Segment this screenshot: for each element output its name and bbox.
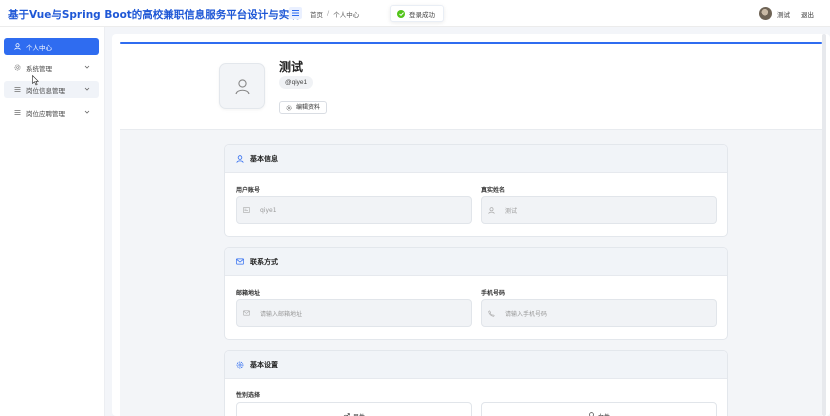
sidebar-item-label: 岗位应聘管理 <box>26 109 65 118</box>
card-header: 基本信息 <box>225 145 727 173</box>
gender-male-option[interactable]: 男性 <box>236 402 472 416</box>
user-icon <box>236 154 244 163</box>
card-title: 基本信息 <box>250 154 278 163</box>
mail-icon <box>236 258 244 265</box>
card-title: 联系方式 <box>250 257 278 266</box>
breadcrumb: 首页 / 个人中心 <box>310 9 359 19</box>
card-header: 基本设置 <box>225 351 727 379</box>
user-avatar[interactable] <box>759 7 772 20</box>
edit-profile-button[interactable]: 编辑资料 <box>279 101 328 114</box>
sidebar-item-label: 个人中心 <box>26 43 52 52</box>
basic-info-card: 基本信息 用户账号 qiye1 真实姓名 测试 <box>224 144 728 237</box>
gender-label: 性别选择 <box>236 392 261 399</box>
edit-profile-label: 编辑资料 <box>296 104 321 111</box>
phone-icon <box>488 309 495 317</box>
realname-value: 测试 <box>505 207 518 215</box>
gear-icon <box>236 361 244 368</box>
gender-female-option[interactable]: 女性 <box>481 402 717 416</box>
top-header: 基于Vue与Spring Boot的高校兼职信息服务平台设计与实现 首页 / 个… <box>0 0 830 27</box>
female-label: 女性 <box>598 412 610 416</box>
success-toast: 登录成功 <box>390 5 444 22</box>
profile-name: 测试 <box>279 60 304 74</box>
breadcrumb-current: 个人中心 <box>333 11 360 19</box>
menu-icon <box>292 10 299 16</box>
contact-card: 联系方式 邮箱地址 请输入邮箱地址 手机号码 请输入手机号码 <box>224 247 728 340</box>
check-circle-icon <box>397 9 405 18</box>
chevron-down-icon <box>84 110 90 114</box>
content-area: 基本信息 用户账号 qiye1 真实姓名 测试 联系方式 邮箱地址 请输入邮箱地… <box>120 129 822 416</box>
logout-button[interactable]: 退出 <box>801 9 814 19</box>
user-name[interactable]: 测试 <box>777 9 790 19</box>
sidebar-item-profile[interactable]: 个人中心 <box>4 38 99 55</box>
phone-field[interactable]: 请输入手机号码 <box>481 299 717 327</box>
user-icon <box>234 78 250 94</box>
phone-label: 手机号码 <box>481 290 506 297</box>
account-field[interactable]: qiye1 <box>236 196 472 224</box>
male-label: 男性 <box>353 412 365 416</box>
settings-card: 基本设置 性别选择 男性 女性 <box>224 350 728 416</box>
account-label: 用户账号 <box>236 187 261 194</box>
card-title: 基本设置 <box>250 360 278 369</box>
main-panel: 测试 @qiye1 编辑资料 基本信息 用户账号 qiye1 真实姓名 测试 联… <box>112 34 830 416</box>
sidebar-item-label: 岗位信息管理 <box>26 86 65 95</box>
realname-label: 真实姓名 <box>481 187 506 194</box>
email-field[interactable]: 请输入邮箱地址 <box>236 299 472 327</box>
app-title: 基于Vue与Spring Boot的高校兼职信息服务平台设计与实现 <box>8 9 300 21</box>
card-header: 联系方式 <box>225 248 727 276</box>
breadcrumb-separator: / <box>327 9 330 17</box>
realname-field[interactable]: 测试 <box>481 196 717 224</box>
profile-handle: @qiye1 <box>279 76 314 89</box>
male-icon <box>343 412 350 416</box>
chevron-down-icon <box>84 87 90 91</box>
mail-icon <box>243 310 250 316</box>
gear-icon <box>286 104 292 111</box>
sidebar-item-label: 系统管理 <box>26 64 52 73</box>
email-label: 邮箱地址 <box>236 290 261 297</box>
sidebar-item-system[interactable]: 系统管理 <box>4 59 99 76</box>
id-card-icon <box>243 207 250 213</box>
menu-toggle-button[interactable] <box>289 7 302 19</box>
sidebar-item-applications[interactable]: 岗位应聘管理 <box>4 104 99 121</box>
sidebar: 个人中心 系统管理 岗位信息管理 岗位应聘管理 <box>0 27 105 416</box>
profile-avatar[interactable] <box>219 63 265 109</box>
user-icon <box>14 43 21 50</box>
breadcrumb-home[interactable]: 首页 <box>310 9 323 19</box>
gear-icon <box>14 64 21 71</box>
toast-message: 登录成功 <box>409 10 435 19</box>
list-icon <box>14 110 21 115</box>
phone-placeholder: 请输入手机号码 <box>505 310 548 318</box>
profile-header: 测试 @qiye1 编辑资料 <box>120 44 822 129</box>
sidebar-item-jobs[interactable]: 岗位信息管理 <box>4 81 99 98</box>
list-icon <box>14 87 21 92</box>
user-icon <box>488 206 495 214</box>
page-scrollbar[interactable] <box>822 34 826 416</box>
chevron-down-icon <box>84 65 90 69</box>
account-value: qiye1 <box>260 206 277 214</box>
female-icon <box>589 412 594 416</box>
mouse-cursor-icon <box>32 75 39 86</box>
email-placeholder: 请输入邮箱地址 <box>260 310 303 318</box>
